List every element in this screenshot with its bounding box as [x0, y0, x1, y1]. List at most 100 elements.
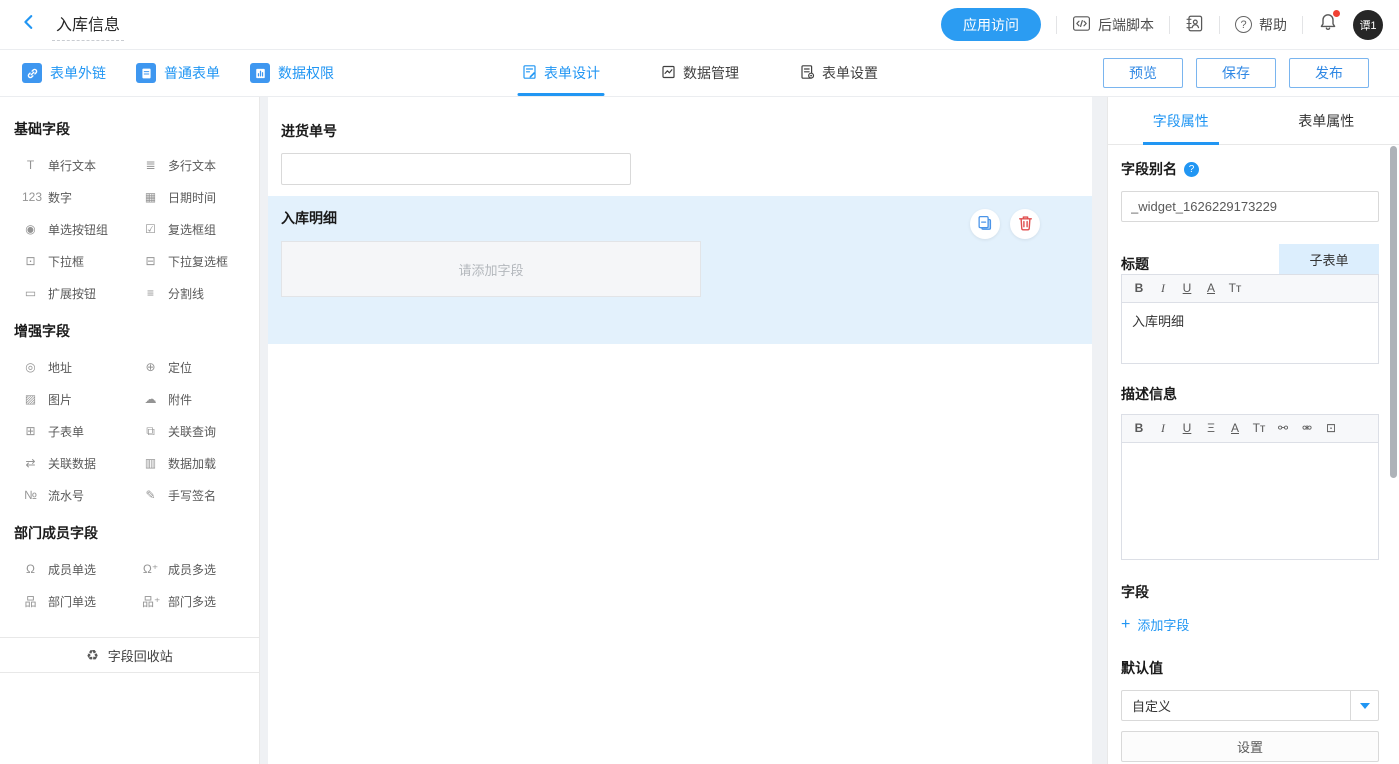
- field-item-icon: №: [22, 488, 39, 502]
- field-item[interactable]: ≣ 多行文本: [142, 149, 248, 181]
- field-item[interactable]: ⧉ 关联查询: [142, 415, 248, 447]
- field-item[interactable]: 品⁺ 部门多选: [142, 585, 248, 617]
- app-access-button[interactable]: 应用访问: [941, 8, 1041, 41]
- link-icon[interactable]: ⚯: [1271, 415, 1295, 442]
- title-editor-content[interactable]: 入库明细: [1122, 303, 1378, 363]
- bold-icon[interactable]: B: [1127, 415, 1151, 442]
- field-item[interactable]: ⇄ 关联数据: [22, 447, 128, 479]
- field-item[interactable]: T 单行文本: [22, 149, 128, 181]
- tab-label: 表单设计: [544, 63, 600, 83]
- toolbar-action-button[interactable]: 保存: [1196, 58, 1276, 88]
- field-recycle-bin[interactable]: ♻ 字段回收站: [0, 637, 259, 673]
- delete-widget-button[interactable]: [1010, 209, 1040, 239]
- field-item[interactable]: ⊟ 下拉复选框: [142, 245, 248, 277]
- unlink-icon[interactable]: ⚮: [1295, 415, 1319, 442]
- field-item-label: 日期时间: [168, 189, 216, 206]
- tab-form-settings[interactable]: 表单设置: [799, 50, 878, 96]
- field-item-icon: T: [22, 158, 39, 172]
- notification-button[interactable]: [1318, 12, 1338, 37]
- field-item[interactable]: ▭ 扩展按钮: [22, 277, 128, 309]
- field-item-icon: ⊞: [22, 424, 39, 438]
- settings-button[interactable]: 设置: [1121, 731, 1379, 762]
- data-manage-icon: [660, 64, 676, 83]
- font-size-icon[interactable]: Tт: [1247, 415, 1271, 442]
- underline-icon[interactable]: U: [1175, 275, 1199, 302]
- tab-field-properties[interactable]: 字段属性: [1108, 97, 1254, 144]
- field-item[interactable]: ◎ 地址: [22, 351, 128, 383]
- external-link-button[interactable]: 表单外链: [22, 63, 106, 83]
- font-color-icon[interactable]: A: [1199, 275, 1223, 302]
- address-book-icon: [1185, 14, 1204, 36]
- default-value-select[interactable]: 自定义: [1121, 690, 1379, 721]
- widget-subform-selected[interactable]: 入库明细 请添加字段: [268, 196, 1092, 344]
- field-item-label: 关联数据: [48, 455, 96, 472]
- tab-data-manage[interactable]: 数据管理: [660, 50, 739, 96]
- font-size-icon[interactable]: Tт: [1223, 275, 1247, 302]
- field-item-label: 成员多选: [168, 561, 216, 578]
- help-button[interactable]: ? 帮助: [1235, 15, 1287, 35]
- description-editor-content[interactable]: [1122, 443, 1378, 559]
- field-item[interactable]: ▥ 数据加载: [142, 447, 248, 479]
- title-editor: B I U A Tт 入库明细: [1121, 274, 1379, 364]
- tab-form-properties[interactable]: 表单属性: [1254, 97, 1399, 144]
- field-item-icon: ⇄: [22, 456, 39, 470]
- back-button[interactable]: [20, 13, 38, 36]
- subform-dropzone[interactable]: 请添加字段: [281, 241, 701, 297]
- code-icon: [1072, 14, 1091, 36]
- data-permission-label: 数据权限: [278, 63, 334, 83]
- field-item-label: 子表单: [48, 423, 84, 440]
- field-item-label: 部门多选: [168, 593, 216, 610]
- font-color-icon[interactable]: A: [1223, 415, 1247, 442]
- field-item-label: 下拉复选框: [168, 253, 228, 270]
- field-item[interactable]: ⊕ 定位: [142, 351, 248, 383]
- copy-widget-button[interactable]: [970, 209, 1000, 239]
- contacts-button[interactable]: [1185, 14, 1204, 36]
- field-item[interactable]: ✎ 手写签名: [142, 479, 248, 511]
- page-title[interactable]: 入库信息: [52, 9, 124, 41]
- underline-icon[interactable]: U: [1175, 415, 1199, 442]
- field-item[interactable]: Ω 成员单选: [22, 553, 128, 585]
- field-item-icon: ✎: [142, 488, 159, 502]
- field-item[interactable]: ☁ 附件: [142, 383, 248, 415]
- field-label: 进货单号: [281, 121, 1079, 141]
- external-link-label: 表单外链: [50, 63, 106, 83]
- avatar[interactable]: 谭1: [1353, 10, 1383, 40]
- field-item-icon: ◉: [22, 222, 39, 236]
- align-icon[interactable]: Ξ: [1199, 415, 1223, 442]
- alias-help-icon[interactable]: ?: [1184, 162, 1199, 177]
- field-item[interactable]: Ω⁺ 成员多选: [142, 553, 248, 585]
- field-item-icon: 品: [22, 593, 39, 610]
- field-item[interactable]: № 流水号: [22, 479, 128, 511]
- alias-input[interactable]: [1121, 191, 1379, 222]
- field-item[interactable]: ◉ 单选按钮组: [22, 213, 128, 245]
- bold-icon[interactable]: B: [1127, 275, 1151, 302]
- field-item[interactable]: ▨ 图片: [22, 383, 128, 415]
- subform-placeholder: 请添加字段: [458, 260, 523, 279]
- field-item-label: 流水号: [48, 487, 84, 504]
- tab-form-design[interactable]: 表单设计: [521, 50, 600, 96]
- backend-script-button[interactable]: 后端脚本: [1072, 14, 1154, 36]
- link-icon: [22, 63, 42, 83]
- field-item[interactable]: ⊡ 下拉框: [22, 245, 128, 277]
- field-item[interactable]: ⊞ 子表单: [22, 415, 128, 447]
- field-item[interactable]: ≡ 分割线: [142, 277, 248, 309]
- single-line-text-input[interactable]: [281, 153, 631, 185]
- field-item[interactable]: 品 部门单选: [22, 585, 128, 617]
- field-item-label: 分割线: [168, 285, 204, 302]
- toolbar-action-button[interactable]: 发布: [1289, 58, 1369, 88]
- field-item[interactable]: ▦ 日期时间: [142, 181, 248, 213]
- field-item[interactable]: 123 数字: [22, 181, 128, 213]
- subform-title: 入库明细: [281, 208, 1079, 228]
- widget-single-line-text[interactable]: 进货单号: [268, 121, 1092, 185]
- italic-icon[interactable]: I: [1151, 275, 1175, 302]
- panel-scrollbar[interactable]: [1390, 146, 1397, 478]
- add-field-button[interactable]: + 添加字段: [1121, 615, 1379, 634]
- image-icon[interactable]: ⊡: [1319, 415, 1343, 442]
- normal-form-button[interactable]: 普通表单: [136, 63, 220, 83]
- field-item-icon: Ω: [22, 562, 39, 576]
- toolbar-action-button[interactable]: 预览: [1103, 58, 1183, 88]
- field-item-label: 附件: [168, 391, 192, 408]
- field-item[interactable]: ☑ 复选框组: [142, 213, 248, 245]
- data-permission-button[interactable]: 数据权限: [250, 63, 334, 83]
- italic-icon[interactable]: I: [1151, 415, 1175, 442]
